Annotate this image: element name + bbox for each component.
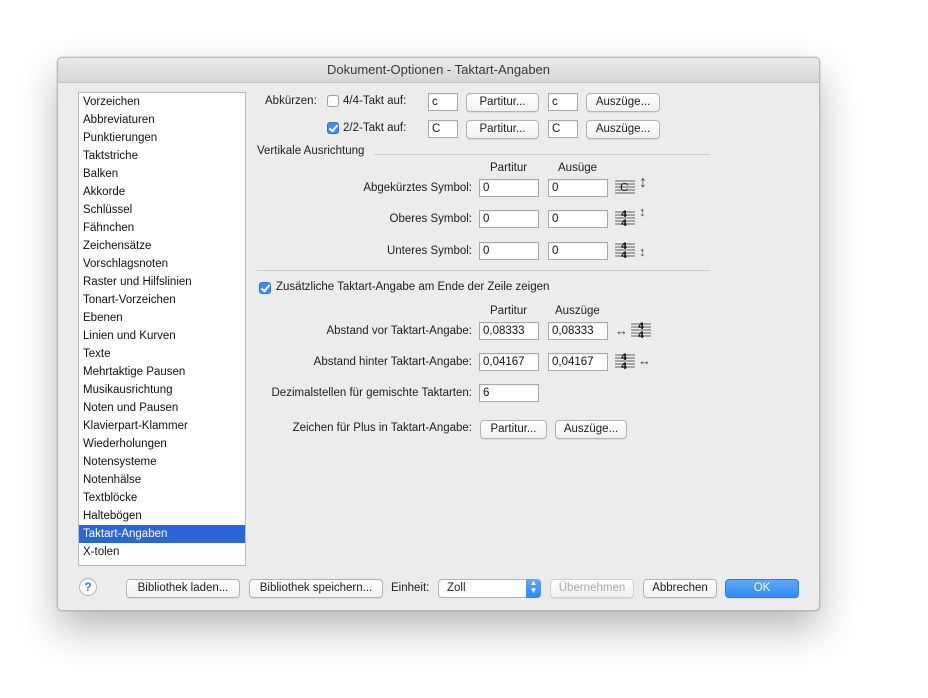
spacing-after-score-field[interactable]: 0,04167 <box>479 353 539 371</box>
sidebar-item[interactable]: Schlüssel <box>79 201 245 219</box>
abbreviate-22-checkbox[interactable] <box>327 122 339 134</box>
sidebar-item[interactable]: Akkorde <box>79 183 245 201</box>
spacing-after-parts-field[interactable]: 0,04167 <box>548 353 608 371</box>
svg-text:4: 4 <box>621 362 627 372</box>
abbreviate-44-checkbox[interactable] <box>327 95 339 107</box>
extra-timesig-label: Zusätzliche Taktart-Angabe am Ende der Z… <box>276 281 550 293</box>
spacing-before-label: Abstand vor Taktart-Angabe: <box>326 325 472 337</box>
abbreviate-label: Abkürzen: <box>265 95 317 107</box>
spacing-before-symbol-icon: 4 4 <box>631 322 651 341</box>
abbreviate-44-label: 4/4-Takt auf: <box>343 95 407 107</box>
vertical-upper-score-field[interactable]: 0 <box>479 210 539 228</box>
sidebar-item[interactable]: Wiederholungen <box>79 435 245 453</box>
upper-symbol-icon: 4 4 <box>615 210 635 229</box>
svg-text:C: C <box>620 181 628 194</box>
plus-sign-score-button[interactable]: Partitur... <box>480 420 547 439</box>
sidebar-item[interactable]: Mehrtaktige Pausen <box>79 363 245 381</box>
window-title: Dokument-Optionen - Taktart-Angaben <box>58 58 819 83</box>
spacing-before-arrow-icon: ↔ <box>615 323 628 338</box>
sidebar-item[interactable]: X-tolen <box>79 543 245 561</box>
sidebar-item[interactable]: Fähnchen <box>79 219 245 237</box>
spacing-before-parts-field[interactable]: 0,08333 <box>548 322 608 340</box>
svg-text:4: 4 <box>638 331 644 341</box>
extra-col-parts: Auszüge <box>555 305 600 317</box>
sidebar-item[interactable]: Raster und Hilfslinien <box>79 273 245 291</box>
sidebar-item[interactable]: Haltebögen <box>79 507 245 525</box>
sidebar-item[interactable]: Notenhälse <box>79 471 245 489</box>
vertical-abbreviated-score-field[interactable]: 0 <box>479 179 539 197</box>
save-library-button[interactable]: Bibliothek speichern... <box>249 579 383 598</box>
sidebar-item[interactable]: Notensysteme <box>79 453 245 471</box>
sidebar-item[interactable]: Taktstriche <box>79 147 245 165</box>
vertical-alignment-heading: Vertikale Ausrichtung <box>257 145 365 157</box>
sidebar-item[interactable]: Textblöcke <box>79 489 245 507</box>
lower-symbol-icon: 4 4 <box>615 242 635 261</box>
unit-select-value: Zoll <box>447 582 466 594</box>
vertical-heading-separator <box>374 154 710 155</box>
extra-col-score: Partitur <box>490 305 528 317</box>
vertical-lower-arrow-icon: ↕ <box>639 244 646 259</box>
sidebar-item[interactable]: Texte <box>79 345 245 363</box>
extra-timesig-checkbox[interactable] <box>259 282 271 294</box>
abbreviate-44-parts-field[interactable]: c <box>548 93 578 111</box>
plus-sign-parts-button[interactable]: Auszüge... <box>555 420 627 439</box>
vertical-lower-score-field[interactable]: 0 <box>479 242 539 260</box>
spacing-after-arrow-icon: ↔ <box>638 353 651 368</box>
abbreviate-22-score-field[interactable]: C <box>428 120 458 138</box>
spacing-after-label: Abstand hinter Taktart-Angabe: <box>313 356 472 368</box>
sidebar-item[interactable]: Zeichensätze <box>79 237 245 255</box>
svg-text:4: 4 <box>621 219 627 229</box>
svg-text:4: 4 <box>621 251 627 261</box>
vertical-col-score: Partitur <box>490 162 528 174</box>
category-list[interactable]: Vorzeichen Abbreviaturen Punktierungen Takt… <box>78 92 246 566</box>
apply-button[interactable]: Übernehmen <box>550 579 634 598</box>
vertical-updown-arrow-icon: ↕ <box>639 174 647 191</box>
vertical-col-parts: Ausüge <box>558 162 598 174</box>
ok-button[interactable]: OK <box>725 579 799 598</box>
abbreviate-44-parts-button[interactable]: Auszüge... <box>586 93 660 112</box>
sidebar-item[interactable]: Balken <box>79 165 245 183</box>
load-library-button[interactable]: Bibliothek laden... <box>126 579 240 598</box>
abbreviate-22-label: 2/2-Takt auf: <box>343 122 407 134</box>
decimal-places-label: Dezimalstellen für gemischte Taktarten: <box>271 387 473 399</box>
spacing-before-score-field[interactable]: 0,08333 <box>479 322 539 340</box>
spacing-after-symbol-icon: 4 4 <box>615 353 635 372</box>
vertical-lower-parts-field[interactable]: 0 <box>548 242 608 260</box>
sidebar-item[interactable]: Abbreviaturen <box>79 111 245 129</box>
vertical-row-abbreviated-label: Abgekürztes Symbol: <box>363 182 472 194</box>
abbreviated-symbol-icon: C <box>615 180 635 194</box>
unit-select[interactable]: Zoll ▲ ▼ <box>438 579 541 598</box>
sidebar-item[interactable]: Tonart-Vorzeichen <box>79 291 245 309</box>
abbreviate-44-score-field[interactable]: c <box>428 93 458 111</box>
sidebar-item[interactable]: Vorschlagsnoten <box>79 255 245 273</box>
decimal-places-field[interactable]: 6 <box>479 384 539 402</box>
sidebar-item[interactable]: Ebenen <box>79 309 245 327</box>
help-button[interactable]: ? <box>79 578 97 596</box>
cancel-button[interactable]: Abbrechen <box>643 579 717 598</box>
dialog-window: Dokument-Optionen - Taktart-Angaben Vorz… <box>57 57 820 611</box>
sidebar-item[interactable]: Punktierungen <box>79 129 245 147</box>
abbreviate-22-parts-button[interactable]: Auszüge... <box>586 120 660 139</box>
chevron-updown-icon: ▲ ▼ <box>526 579 541 598</box>
plus-sign-label: Zeichen für Plus in Taktart-Angabe: <box>292 422 472 434</box>
vertical-row-lower-label: Unteres Symbol: <box>386 245 472 257</box>
abbreviate-44-score-button[interactable]: Partitur... <box>466 93 539 112</box>
section-separator <box>257 270 710 271</box>
vertical-upper-parts-field[interactable]: 0 <box>548 210 608 228</box>
vertical-abbreviated-parts-field[interactable]: 0 <box>548 179 608 197</box>
vertical-row-upper-label: Oberes Symbol: <box>389 213 472 225</box>
abbreviate-22-score-button[interactable]: Partitur... <box>466 120 539 139</box>
sidebar-item[interactable]: Noten und Pausen <box>79 399 245 417</box>
sidebar-item[interactable]: Taktart-Angaben <box>79 525 245 543</box>
abbreviate-22-parts-field[interactable]: C <box>548 120 578 138</box>
vertical-upper-arrow-icon: ↕ <box>639 204 646 219</box>
unit-label: Einheit: <box>391 582 430 594</box>
sidebar-item[interactable]: Linien und Kurven <box>79 327 245 345</box>
sidebar-item[interactable]: Vorzeichen <box>79 93 245 111</box>
